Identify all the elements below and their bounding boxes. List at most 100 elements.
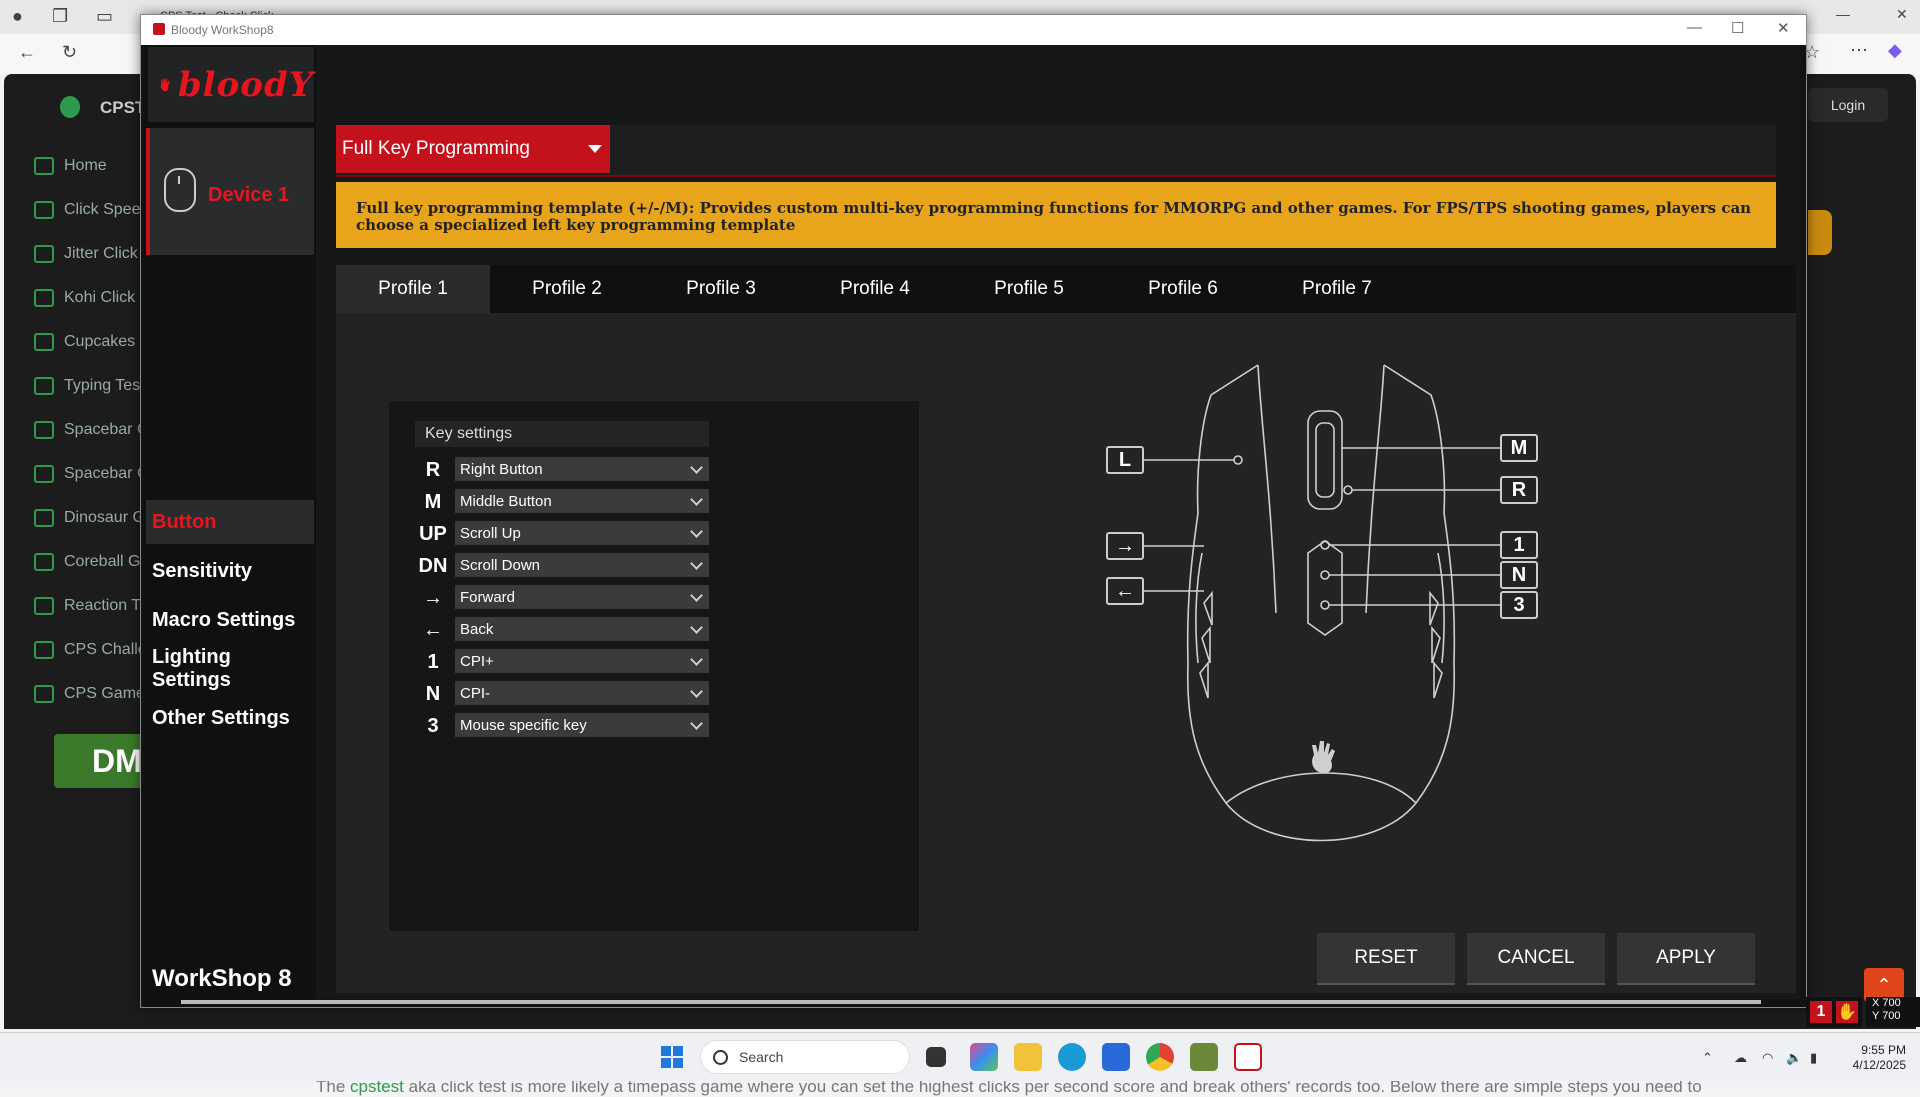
key-assignment-dropdown[interactable]: CPI+ (455, 649, 709, 673)
chevron-up-icon: ⌃ (1876, 974, 1892, 995)
key-row-up: UP Scroll Up (415, 521, 715, 547)
key-label: M (424, 490, 442, 513)
key-assignment-dropdown[interactable]: CPI- (455, 681, 709, 705)
cursor-readout: X 700 Y 700 (1866, 997, 1920, 1027)
browser-close-icon[interactable]: ✕ (1896, 6, 1908, 23)
site-nav-item[interactable]: Home (34, 154, 107, 178)
key-assignment-dropdown[interactable]: Right Button (455, 457, 709, 481)
key-assignment-dropdown[interactable]: Back (455, 617, 709, 641)
microsoft-365-icon[interactable] (970, 1043, 998, 1071)
tab-profile-5[interactable]: Profile 5 (952, 265, 1106, 313)
minimize-button[interactable]: — (1687, 19, 1702, 36)
minecraft-icon[interactable] (1190, 1043, 1218, 1071)
site-nav-item[interactable]: Cupcakes 2 (34, 330, 149, 354)
edge-icon[interactable] (1058, 1043, 1086, 1071)
file-explorer-icon[interactable] (1014, 1043, 1042, 1071)
taskbar-clock[interactable]: 9:55 PM 4/12/2025 (1842, 1043, 1906, 1073)
chevron-down-icon (690, 557, 703, 570)
diagram-label-r[interactable]: R (1500, 476, 1538, 504)
refresh-icon[interactable]: ↻ (62, 42, 77, 63)
maximize-button[interactable]: ☐ (1731, 19, 1744, 37)
diagram-label-forward[interactable]: → (1106, 532, 1144, 560)
site-nav-item[interactable]: CPS Games (34, 682, 153, 706)
key-assignment-dropdown[interactable]: Scroll Up (455, 521, 709, 545)
wifi-icon[interactable]: ◠ (1762, 1050, 1773, 1066)
task-view-icon[interactable] (926, 1047, 946, 1067)
y-readout: Y 700 (1872, 1010, 1901, 1022)
copilot-icon[interactable]: ◆ (1888, 40, 1902, 61)
chevron-down-icon (690, 653, 703, 666)
chevron-up-icon[interactable]: ⌃ (1702, 1050, 1713, 1066)
device-tile[interactable]: Device 1 (146, 128, 314, 255)
volume-icon[interactable]: 🔈 (1786, 1050, 1802, 1066)
taskbar-search[interactable]: Search (700, 1040, 910, 1074)
apply-button[interactable]: APPLY (1617, 933, 1755, 985)
chevron-down-icon (690, 717, 703, 730)
nav-sensitivity[interactable]: Sensitivity (146, 549, 314, 593)
cancel-button[interactable]: CANCEL (1467, 933, 1605, 985)
battery-icon[interactable]: ▮ (1810, 1050, 1817, 1066)
games-icon (34, 685, 54, 703)
site-nav-item[interactable]: Kohi Click (34, 286, 135, 310)
bloody-tray-widget[interactable]: 1 ✋ (1806, 997, 1862, 1027)
tab-profile-6[interactable]: Profile 6 (1106, 265, 1260, 313)
tab-profile-2[interactable]: Profile 2 (490, 265, 644, 313)
site-nav-label: Home (64, 157, 107, 174)
collections-icon[interactable]: ❐ (52, 6, 68, 27)
site-nav-item[interactable]: Spacebar C (34, 418, 149, 442)
nav-macro-settings[interactable]: Macro Settings (146, 598, 314, 642)
key-assignment-dropdown[interactable]: Middle Button (455, 489, 709, 513)
promo-tab[interactable] (1808, 210, 1832, 255)
profile-icon[interactable]: ● (12, 6, 23, 27)
site-nav-label: Click Speed (64, 201, 150, 218)
browser-minimize-icon[interactable]: — (1836, 6, 1850, 22)
key-label: R (425, 458, 441, 481)
key-assignment-value: Right Button (460, 460, 543, 478)
more-icon[interactable]: ⋯ (1850, 40, 1868, 61)
key-assignment-dropdown[interactable]: Mouse specific key (455, 713, 709, 737)
diagram-label-3[interactable]: 3 (1500, 591, 1538, 619)
template-info-banner: Full key programming template (+/-/M): P… (336, 182, 1776, 248)
network-icon[interactable]: ☁ (1734, 1050, 1747, 1066)
diagram-label-n[interactable]: N (1500, 561, 1538, 589)
chevron-down-icon (690, 525, 703, 538)
store-icon[interactable] (1102, 1043, 1130, 1071)
site-nav-item[interactable]: CPS Challe (34, 638, 147, 662)
tab-profile-1[interactable]: Profile 1 (336, 265, 490, 313)
tab-profile-7[interactable]: Profile 7 (1260, 265, 1414, 313)
site-nav-item[interactable]: Jitter Click (34, 242, 138, 266)
site-nav-item[interactable]: Coreball G (34, 550, 140, 574)
diagram-label-m[interactable]: M (1500, 434, 1538, 462)
site-nav-item[interactable]: Dinosaur G (34, 506, 145, 530)
chart-icon (34, 641, 54, 659)
dmca-label: DM (92, 742, 142, 779)
key-row-back: ← Back (415, 617, 715, 643)
diagram-label-back[interactable]: ← (1106, 577, 1144, 605)
start-button[interactable] (661, 1046, 683, 1068)
reset-button[interactable]: RESET (1317, 933, 1455, 985)
chrome-icon[interactable] (1146, 1043, 1174, 1071)
close-button[interactable]: ✕ (1777, 19, 1790, 37)
mode-dropdown[interactable]: Full Key Programming (336, 125, 610, 173)
diagram-label-1[interactable]: 1 (1500, 531, 1538, 559)
nav-lighting-settings[interactable]: Lighting Settings (146, 646, 314, 691)
tab-profile-4[interactable]: Profile 4 (798, 265, 952, 313)
dmca-badge: DM (54, 734, 144, 788)
diagram-label-l[interactable]: L (1106, 446, 1144, 474)
site-nav-item[interactable]: Click Speed (34, 198, 149, 222)
site-nav-item[interactable]: Typing Tes (34, 374, 140, 398)
nav-button[interactable]: Button (146, 500, 314, 544)
site-nav-item[interactable]: Spacebar C (34, 462, 149, 486)
back-icon[interactable]: ← (18, 42, 36, 63)
key-assignment-dropdown[interactable]: Forward (455, 585, 709, 609)
tab-actions-icon[interactable]: ▭ (96, 6, 113, 27)
tab-profile-3[interactable]: Profile 3 (644, 265, 798, 313)
key-assignment-dropdown[interactable]: Scroll Down (455, 553, 709, 577)
bloody-workshop-icon[interactable] (1234, 1043, 1262, 1071)
site-nav-item[interactable]: Reaction T (34, 594, 141, 618)
mouse-icon (164, 168, 196, 212)
site-nav-label: Cupcakes 2 (64, 333, 149, 350)
horizontal-scrollbar[interactable] (181, 1000, 1761, 1004)
nav-other-settings[interactable]: Other Settings (146, 696, 314, 740)
login-button[interactable]: Login (1808, 88, 1888, 122)
